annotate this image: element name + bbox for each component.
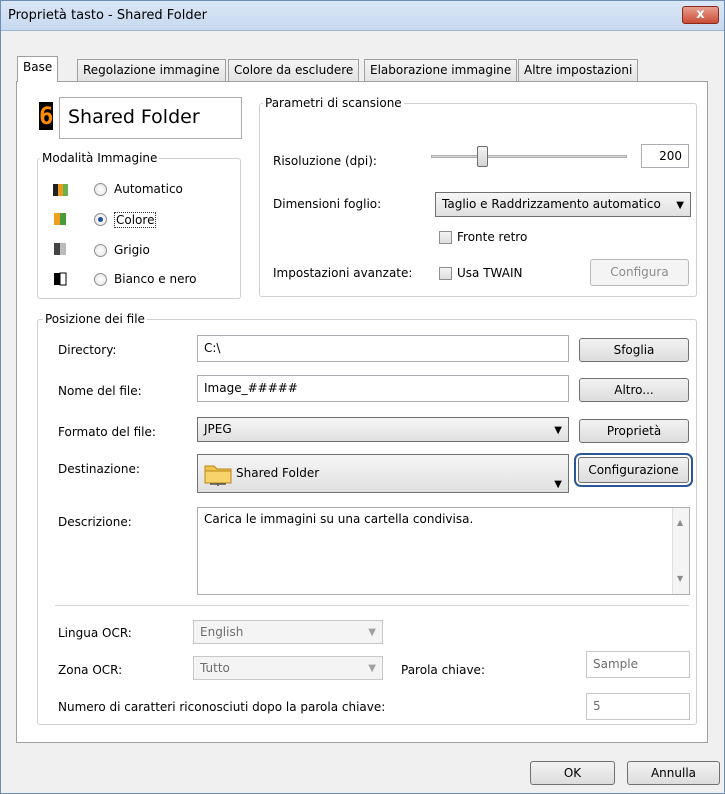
title-bar: Proprietà tasto - Shared Folder x <box>1 1 724 31</box>
resolution-slider-thumb[interactable] <box>477 146 488 167</box>
chevron-down-icon: ▼ <box>554 479 562 490</box>
tab-dropout-color[interactable]: Colore da escludere <box>228 59 360 81</box>
file-location-title: Posizione dei file <box>43 312 147 326</box>
radio-black-white[interactable] <box>94 273 107 286</box>
shared-folder-icon <box>204 465 232 486</box>
window-title: Proprietà tasto - Shared Folder <box>8 8 207 23</box>
chevron-down-icon: ▼ <box>368 627 376 638</box>
radio-color-label: Colore <box>114 212 157 228</box>
chevron-down-icon: ▼ <box>368 663 376 674</box>
image-mode-title: Modalità Immagine <box>40 151 160 165</box>
description-textarea[interactable]: Carica le immagini su una cartella condi… <box>197 507 690 595</box>
grayscale-mode-icon <box>54 243 66 255</box>
description-text: Carica le immagini su una cartella condi… <box>204 512 474 526</box>
radio-black-white-label: Bianco e nero <box>114 272 197 286</box>
twain-label: Usa TWAIN <box>457 266 523 280</box>
black-white-mode-icon <box>54 272 67 286</box>
destination-select[interactable]: Shared Folder ▼ <box>197 454 569 493</box>
scroll-down-icon[interactable]: ▼ <box>677 570 683 588</box>
keyword-label: Parola chiave: <box>401 663 485 677</box>
duplex-label: Fronte retro <box>457 230 528 244</box>
filename-input[interactable]: Image_##### <box>197 375 569 402</box>
properties-dialog: Proprietà tasto - Shared Folder x Base R… <box>0 0 725 794</box>
paper-size-value: Taglio e Raddrizzamento automatico <box>442 197 661 211</box>
chevron-down-icon: ▼ <box>676 200 684 211</box>
radio-grayscale-label: Grigio <box>114 243 150 257</box>
file-format-select[interactable]: JPEG ▼ <box>197 417 569 442</box>
resolution-label: Risoluzione (dpi): <box>273 154 377 168</box>
radio-automatic-label: Automatico <box>114 182 183 196</box>
ocr-zone-select[interactable]: Tutto ▼ <box>193 656 383 680</box>
duplex-checkbox[interactable] <box>439 231 452 244</box>
close-button[interactable]: x <box>682 6 719 24</box>
scroll-up-icon[interactable]: ▲ <box>677 514 683 532</box>
description-label: Descrizione: <box>58 515 132 529</box>
automatic-mode-icon <box>53 184 68 196</box>
configuration-button[interactable]: Configurazione <box>574 453 693 487</box>
directory-input[interactable]: C:\ <box>197 335 569 362</box>
radio-color[interactable] <box>94 213 107 226</box>
destination-value: Shared Folder <box>236 466 320 480</box>
button-name-field[interactable]: Shared Folder <box>59 97 242 139</box>
more-button[interactable]: Altro... <box>579 378 689 402</box>
tab-other-settings[interactable]: Altre impostazioni <box>518 59 639 81</box>
char-count-input[interactable]: 5 <box>586 693 690 720</box>
button-number-display: 6 <box>39 102 54 130</box>
cancel-button[interactable]: Annulla <box>627 761 720 785</box>
advanced-settings-label: Impostazioni avanzate: <box>273 266 413 280</box>
file-format-value: JPEG <box>204 422 232 436</box>
paper-size-select[interactable]: Taglio e Raddrizzamento automatico ▼ <box>435 192 691 217</box>
filename-label: Nome del file: <box>58 384 142 398</box>
char-count-label: Numero di caratteri riconosciuti dopo la… <box>58 700 386 714</box>
tab-base[interactable]: Base <box>17 56 59 82</box>
keyword-input[interactable]: Sample <box>586 651 690 678</box>
radio-grayscale[interactable] <box>94 244 107 257</box>
ocr-language-select[interactable]: English ▼ <box>193 620 383 644</box>
ok-button[interactable]: OK <box>530 761 615 785</box>
ocr-zone-label: Zona OCR: <box>58 663 123 677</box>
browse-button[interactable]: Sfoglia <box>579 338 689 362</box>
color-mode-icon <box>54 213 66 225</box>
ocr-separator <box>55 605 689 606</box>
resolution-input[interactable]: 200 <box>641 144 689 168</box>
twain-checkbox[interactable] <box>439 267 452 280</box>
format-properties-button[interactable]: Proprietà <box>579 419 689 443</box>
tab-image-adjustment[interactable]: Regolazione immagine <box>77 59 226 81</box>
resolution-slider-track[interactable] <box>431 155 627 158</box>
ocr-language-value: English <box>200 625 244 639</box>
scan-params-title: Parametri di scansione <box>263 96 404 110</box>
configure-button[interactable]: Configura <box>590 259 689 286</box>
paper-size-label: Dimensioni foglio: <box>273 197 382 211</box>
ocr-language-label: Lingua OCR: <box>58 626 132 640</box>
chevron-down-icon: ▼ <box>554 425 562 436</box>
ocr-zone-value: Tutto <box>200 661 230 675</box>
tab-image-processing[interactable]: Elaborazione immagine <box>364 59 518 81</box>
destination-label: Destinazione: <box>58 462 140 476</box>
description-scrollbar[interactable]: ▲ ▼ <box>672 508 689 594</box>
file-format-label: Formato del file: <box>58 425 156 439</box>
directory-label: Directory: <box>58 343 117 357</box>
radio-automatic[interactable] <box>94 183 107 196</box>
